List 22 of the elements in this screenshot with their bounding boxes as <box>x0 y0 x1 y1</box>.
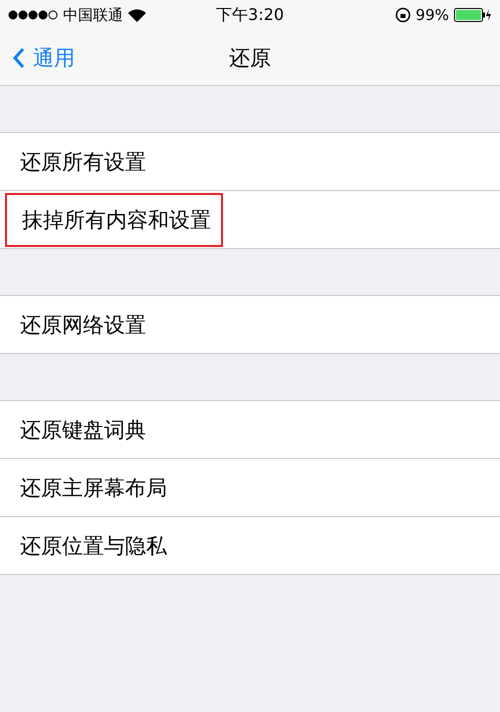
settings-row[interactable]: 还原网络设置 <box>0 296 500 353</box>
chevron-left-icon <box>12 46 25 68</box>
settings-row[interactable]: 还原位置与隐私 <box>0 516 500 574</box>
row-label: 还原键盘词典 <box>20 416 146 444</box>
row-label: 还原位置与隐私 <box>20 532 167 560</box>
back-button[interactable]: 通用 <box>0 44 75 72</box>
row-label: 抹掉所有内容和设置 <box>22 206 211 234</box>
settings-row[interactable]: 抹掉所有内容和设置 <box>0 190 500 248</box>
signal-icon <box>8 10 58 20</box>
status-time: 下午3:20 <box>216 4 284 26</box>
settings-row[interactable]: 还原键盘词典 <box>0 401 500 458</box>
settings-row[interactable]: 还原主屏幕布局 <box>0 458 500 516</box>
carrier-name: 中国联通 <box>63 6 123 24</box>
page-title: 还原 <box>229 44 271 72</box>
battery-icon <box>454 8 492 22</box>
row-label: 还原主屏幕布局 <box>20 474 167 502</box>
wifi-icon <box>128 8 146 22</box>
rotation-lock-icon <box>394 7 411 23</box>
battery-percent: 99% <box>416 6 449 24</box>
row-label: 还原网络设置 <box>20 312 146 338</box>
row-label: 还原所有设置 <box>20 148 146 176</box>
settings-row[interactable]: 还原所有设置 <box>0 133 500 190</box>
